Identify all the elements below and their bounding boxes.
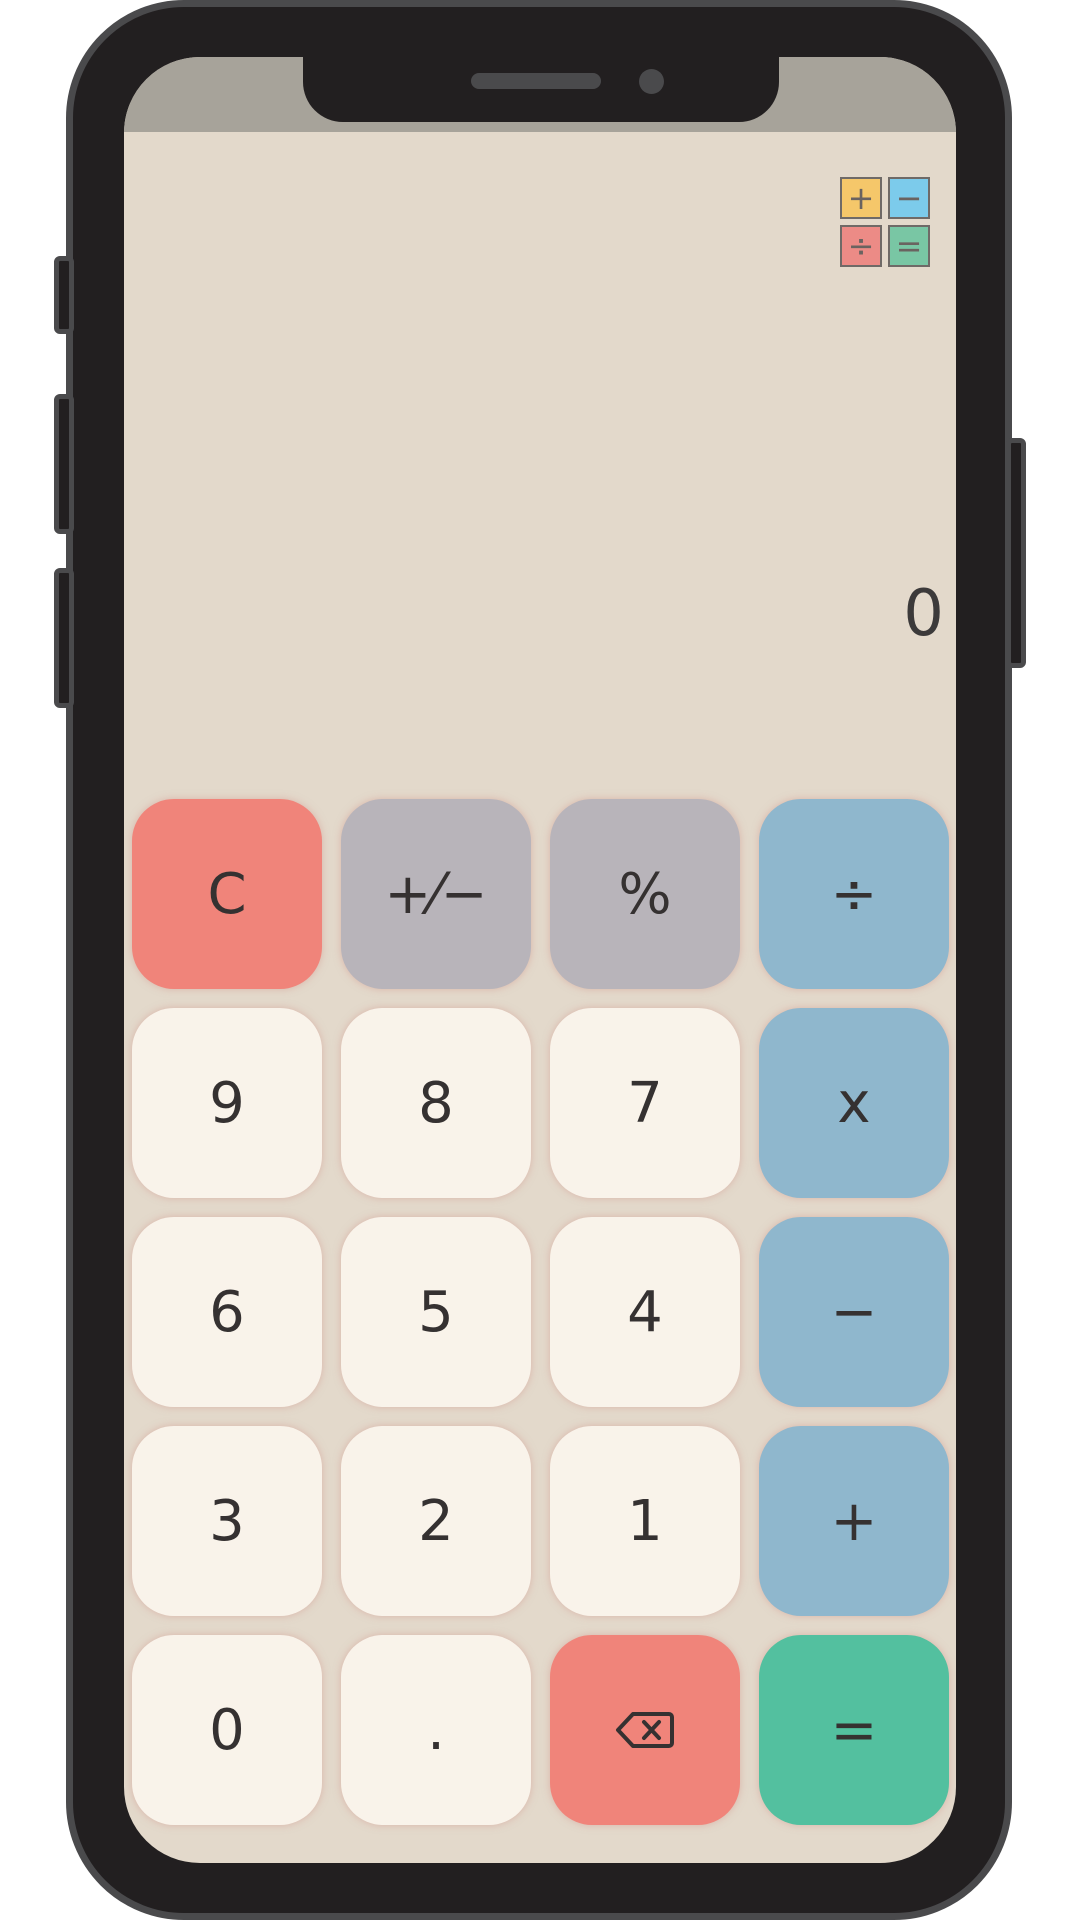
divide-button[interactable]: ÷ — [759, 799, 949, 989]
theme-plus-cell: + — [840, 177, 882, 219]
notch — [303, 56, 779, 122]
app-screen: + − ÷ = 0 C +⁄− % ÷ 9 8 7 x 6 5 4 − 3 2 … — [124, 57, 956, 1863]
result-display: 0 — [903, 577, 944, 651]
theme-minus-cell: − — [888, 177, 930, 219]
subtract-button[interactable]: − — [759, 1217, 949, 1407]
theme-plus-symbol: + — [847, 179, 875, 217]
nine-button[interactable]: 9 — [132, 1008, 322, 1198]
two-button[interactable]: 2 — [341, 1426, 531, 1616]
volume-up-button — [54, 394, 74, 534]
power-button — [1006, 438, 1026, 668]
three-button[interactable]: 3 — [132, 1426, 322, 1616]
zero-button[interactable]: 0 — [132, 1635, 322, 1825]
sign-toggle-button[interactable]: +⁄− — [341, 799, 531, 989]
front-camera — [639, 69, 664, 94]
equals-button[interactable]: = — [759, 1635, 949, 1825]
eight-button[interactable]: 8 — [341, 1008, 531, 1198]
theme-switch-icon[interactable]: + − ÷ = — [840, 177, 936, 273]
theme-divide-cell: ÷ — [840, 225, 882, 267]
clear-button[interactable]: C — [132, 799, 322, 989]
theme-equals-symbol: = — [895, 227, 923, 265]
multiply-button[interactable]: x — [759, 1008, 949, 1198]
seven-button[interactable]: 7 — [550, 1008, 740, 1198]
mute-switch — [54, 256, 74, 334]
backspace-button[interactable] — [550, 1635, 740, 1825]
five-button[interactable]: 5 — [341, 1217, 531, 1407]
one-button[interactable]: 1 — [550, 1426, 740, 1616]
theme-divide-symbol: ÷ — [847, 227, 875, 265]
four-button[interactable]: 4 — [550, 1217, 740, 1407]
six-button[interactable]: 6 — [132, 1217, 322, 1407]
volume-down-button — [54, 568, 74, 708]
theme-equals-cell: = — [888, 225, 930, 267]
percent-button[interactable]: % — [550, 799, 740, 989]
speaker-grille — [471, 73, 601, 89]
theme-minus-symbol: − — [895, 179, 923, 217]
backspace-icon — [616, 1712, 674, 1748]
decimal-button[interactable]: . — [341, 1635, 531, 1825]
add-button[interactable]: + — [759, 1426, 949, 1616]
